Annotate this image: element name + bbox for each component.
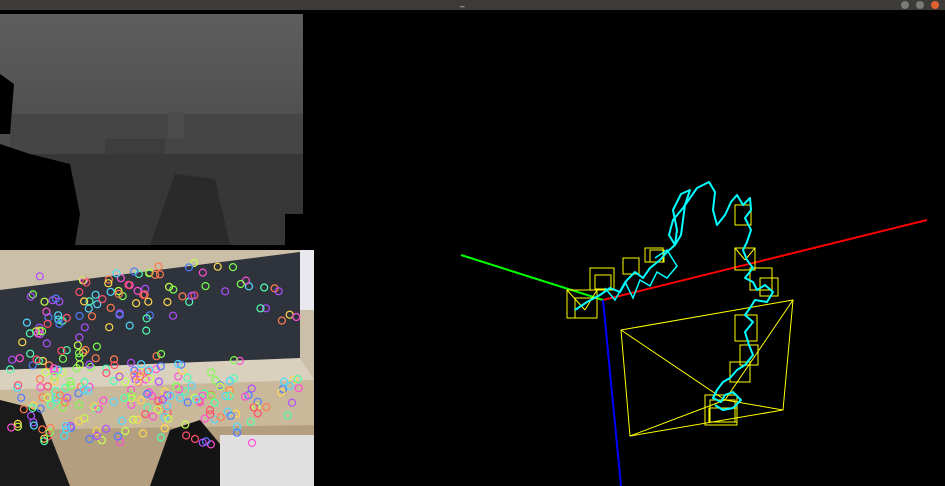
- x-axis-line: [602, 219, 928, 301]
- camera-trajectory-branch: [604, 248, 678, 302]
- depth-image: [0, 14, 303, 245]
- window-title: _: [460, 0, 465, 8]
- keyframe-frustums: [566, 204, 794, 437]
- camera-trajectory: [574, 181, 774, 411]
- rgb-image-with-keypoints: [0, 250, 314, 486]
- y-axis-line: [460, 254, 604, 301]
- 3d-trajectory-viewer[interactable]: [305, 10, 945, 486]
- 3d-scene[interactable]: [305, 10, 945, 486]
- z-axis-line: [602, 299, 622, 486]
- maximize-icon[interactable]: [916, 1, 924, 9]
- close-icon[interactable]: [931, 1, 939, 9]
- minimize-icon[interactable]: [901, 1, 909, 9]
- window-titlebar: _: [0, 0, 945, 10]
- rgb-image-canvas: [0, 250, 314, 486]
- depth-image-canvas: [0, 14, 303, 245]
